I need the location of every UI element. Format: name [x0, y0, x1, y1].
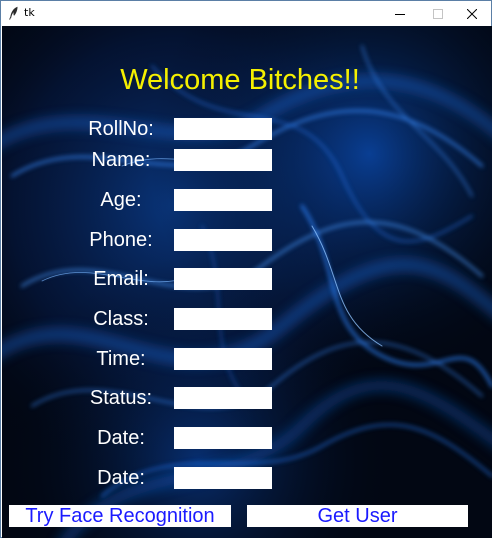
age-label: Age: [100, 189, 142, 211]
close-button[interactable] [453, 1, 491, 26]
rollno-input[interactable] [174, 118, 272, 140]
status-input[interactable] [174, 387, 272, 409]
welcome-heading: Welcome Bitches!! [120, 64, 360, 96]
try-face-recognition-button[interactable]: Try Face Recognition [9, 505, 231, 527]
maximize-icon [433, 8, 443, 19]
close-icon [467, 8, 477, 19]
class-label: Class: [93, 308, 149, 330]
date-input-2[interactable] [174, 467, 272, 489]
title-bar[interactable]: tk [1, 1, 491, 26]
date-label: Date: [97, 427, 145, 449]
feather-icon [9, 6, 18, 20]
class-input[interactable] [174, 308, 272, 330]
time-label: Time: [96, 348, 146, 370]
status-label: Status: [89, 387, 153, 409]
phone-label: Phone: [89, 229, 153, 251]
minimize-icon [395, 13, 405, 15]
name-input[interactable] [174, 149, 272, 171]
email-label: Email: [93, 268, 149, 290]
date-label-2: Date: [97, 467, 145, 489]
app-window: tk Welcome Bitches!! RollNo: Name: Age: … [0, 0, 492, 538]
date-input[interactable] [174, 427, 272, 449]
window-title: tk [24, 6, 35, 19]
rollno-label: RollNo: [88, 118, 154, 140]
email-input[interactable] [174, 268, 272, 290]
age-input[interactable] [174, 189, 272, 211]
main-panel: Welcome Bitches!! RollNo: Name: Age: Pho… [2, 26, 492, 538]
time-input[interactable] [174, 348, 272, 370]
name-label: Name: [91, 149, 151, 171]
phone-input[interactable] [174, 229, 272, 251]
get-user-button[interactable]: Get User [247, 505, 468, 527]
